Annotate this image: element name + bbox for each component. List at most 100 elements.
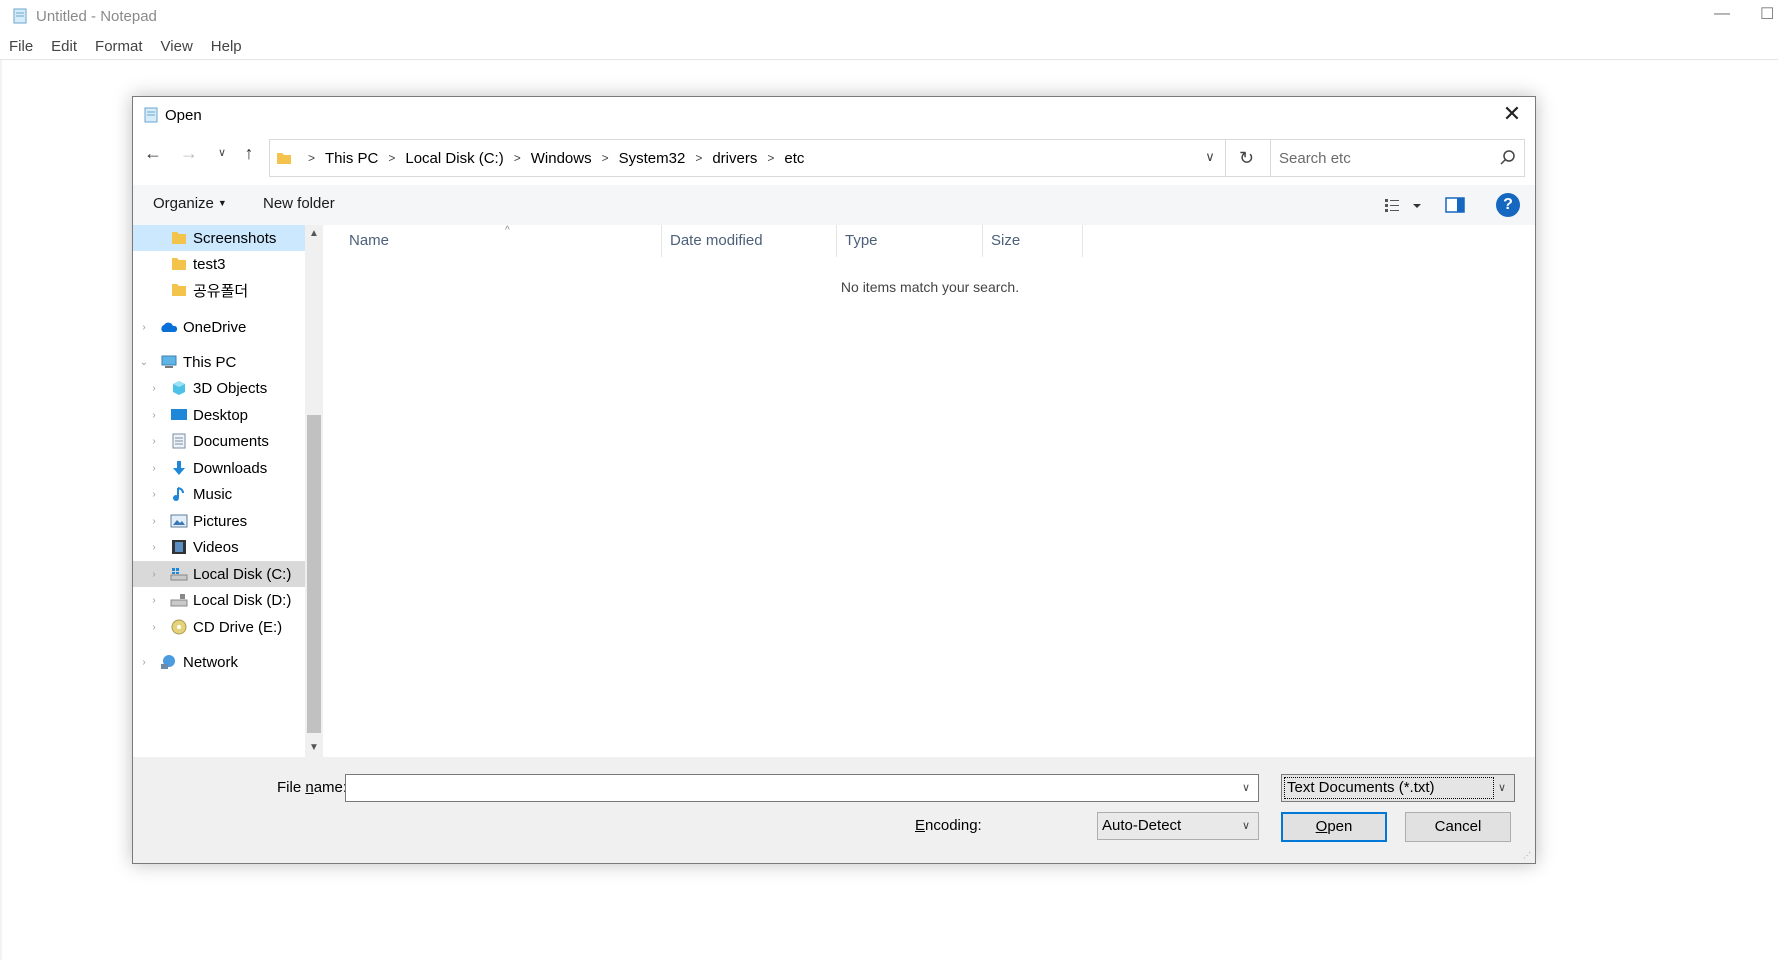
nav-item-screenshots[interactable]: Screenshots (133, 225, 305, 251)
cancel-button[interactable]: Cancel (1405, 812, 1511, 842)
chevron-down-icon[interactable]: ∨ (1238, 817, 1254, 835)
file-type-select[interactable]: Text Documents (*.txt) ∨ (1281, 774, 1515, 802)
nav-item-local-disk-d[interactable]: › Local Disk (D:) (133, 587, 305, 613)
chevron-right-icon[interactable]: › (147, 436, 161, 447)
caret-down-icon: ▼ (217, 198, 227, 208)
chevron-right-icon[interactable]: > (685, 151, 712, 165)
sort-ascending-icon: ^ (505, 225, 510, 236)
encoding-select[interactable]: Auto-Detect ∨ (1097, 812, 1259, 840)
encoding-value: Auto-Detect (1102, 817, 1182, 834)
chevron-right-icon[interactable]: › (147, 542, 161, 553)
breadcrumb-windows[interactable]: Windows (531, 150, 592, 167)
change-view-icon[interactable] (1383, 195, 1423, 215)
chevron-right-icon[interactable]: > (378, 151, 405, 165)
chevron-down-icon[interactable]: ∨ (1238, 779, 1254, 797)
nav-item-network[interactable]: › Network (133, 649, 305, 675)
chevron-right-icon[interactable]: › (147, 569, 161, 580)
address-bar[interactable]: > This PC > Local Disk (C:) > Windows > … (269, 139, 1351, 177)
chevron-right-icon[interactable]: › (137, 322, 151, 333)
maximize-button[interactable]: ☐ (1760, 4, 1778, 26)
menu-file[interactable]: File (0, 36, 42, 58)
folder-icon (169, 254, 189, 274)
chevron-down-icon[interactable]: ∨ (1494, 779, 1510, 797)
refresh-icon[interactable]: ↻ (1225, 140, 1267, 176)
nav-item-label: Desktop (193, 406, 249, 424)
chevron-down-icon[interactable]: ⌄ (137, 357, 151, 368)
downloads-icon (169, 458, 189, 478)
organize-button[interactable]: Organize ▼ (153, 195, 227, 212)
search-box[interactable] (1270, 139, 1525, 177)
nav-item-shared-folder[interactable]: 공유폴더 (133, 277, 305, 303)
scroll-up-arrow-icon[interactable]: ▲ (305, 225, 323, 243)
menu-view[interactable]: View (152, 36, 202, 58)
nav-item-this-pc[interactable]: ⌄ This PC (133, 349, 305, 375)
nav-item-documents[interactable]: › Documents (133, 428, 305, 454)
open-button[interactable]: Open (1281, 812, 1387, 842)
column-header-type[interactable]: Type (837, 225, 983, 257)
scroll-down-arrow-icon[interactable]: ▼ (305, 739, 323, 757)
up-arrow-icon[interactable]: ↑ (239, 141, 259, 165)
notepad-edit-area[interactable] (0, 60, 2, 960)
nav-item-local-disk-c[interactable]: › Local Disk (C:) (133, 561, 305, 587)
nav-item-label: 공유폴더 (193, 282, 249, 300)
breadcrumb-local-disk-c[interactable]: Local Disk (C:) (405, 150, 503, 167)
file-list[interactable]: Name ^ Date modified Type Size No items … (325, 225, 1535, 757)
minimize-button[interactable]: — (1710, 5, 1734, 27)
breadcrumb-etc[interactable]: etc (784, 150, 804, 167)
breadcrumb-system32[interactable]: System32 (619, 150, 686, 167)
nav-item-onedrive[interactable]: › OneDrive (133, 314, 305, 340)
nav-item-pictures[interactable]: › Pictures (133, 508, 305, 534)
open-dialog: Open ✕ ← → ∨ ↑ > This PC > Local Disk (C… (132, 96, 1536, 864)
new-folder-button[interactable]: New folder (263, 195, 335, 212)
preview-pane-icon[interactable] (1444, 195, 1466, 215)
breadcrumb-drivers[interactable]: drivers (712, 150, 757, 167)
nav-item-videos[interactable]: › Videos (133, 534, 305, 560)
search-icon[interactable] (1499, 149, 1517, 167)
close-icon[interactable]: ✕ (1497, 101, 1527, 127)
nav-item-label: Downloads (193, 459, 268, 477)
help-icon[interactable]: ? (1496, 193, 1520, 217)
nav-item-cd-drive[interactable]: › CD Drive (E:) (133, 614, 305, 640)
nav-item-test3[interactable]: test3 (133, 251, 305, 277)
back-arrow-icon[interactable]: ← (141, 141, 165, 165)
chevron-right-icon[interactable]: > (757, 151, 784, 165)
chevron-right-icon[interactable]: › (147, 383, 161, 394)
menubar-divider (0, 59, 1778, 60)
scrollbar-thumb[interactable] (307, 415, 321, 733)
music-icon (169, 484, 189, 504)
column-header-size[interactable]: Size (983, 225, 1083, 257)
file-name-combobox[interactable]: ∨ (345, 774, 1259, 802)
breadcrumb-this-pc[interactable]: This PC (325, 150, 378, 167)
navigation-scrollbar[interactable]: ▲ ▼ (305, 225, 323, 757)
chevron-right-icon[interactable]: › (147, 595, 161, 606)
chevron-right-icon[interactable]: › (147, 516, 161, 527)
chevron-right-icon[interactable]: › (147, 622, 161, 633)
folder-icon (169, 228, 189, 248)
chevron-right-icon[interactable]: > (504, 151, 531, 165)
nav-item-desktop[interactable]: › Desktop (133, 402, 305, 428)
nav-item-label: This PC (183, 353, 237, 371)
recent-locations-chevron-icon[interactable]: ∨ (215, 141, 229, 165)
menu-edit[interactable]: Edit (42, 36, 86, 58)
nav-item-3d-objects[interactable]: › 3D Objects (133, 375, 305, 401)
this-pc-icon (159, 352, 179, 372)
nav-item-music[interactable]: › Music (133, 481, 305, 507)
resize-grip-icon[interactable]: ⋰ (1523, 851, 1533, 861)
file-name-field[interactable] (346, 775, 1226, 801)
desktop-icon (169, 405, 189, 425)
chevron-right-icon[interactable]: › (147, 410, 161, 421)
chevron-right-icon[interactable]: › (147, 489, 161, 500)
column-header-date-modified[interactable]: Date modified (662, 225, 837, 257)
search-input[interactable] (1279, 148, 1479, 168)
menu-format[interactable]: Format (86, 36, 152, 58)
nav-item-downloads[interactable]: › Downloads (133, 455, 305, 481)
chevron-right-icon[interactable]: > (592, 151, 619, 165)
organize-label: Organize (153, 195, 214, 212)
column-header-name[interactable]: Name (325, 225, 662, 257)
chevron-right-icon[interactable]: > (298, 151, 325, 165)
chevron-right-icon[interactable]: › (147, 463, 161, 474)
forward-arrow-icon[interactable]: → (177, 141, 201, 165)
chevron-right-icon[interactable]: › (137, 657, 151, 668)
address-dropdown-chevron-icon[interactable]: ∨ (1200, 149, 1220, 169)
menu-help[interactable]: Help (202, 36, 251, 58)
